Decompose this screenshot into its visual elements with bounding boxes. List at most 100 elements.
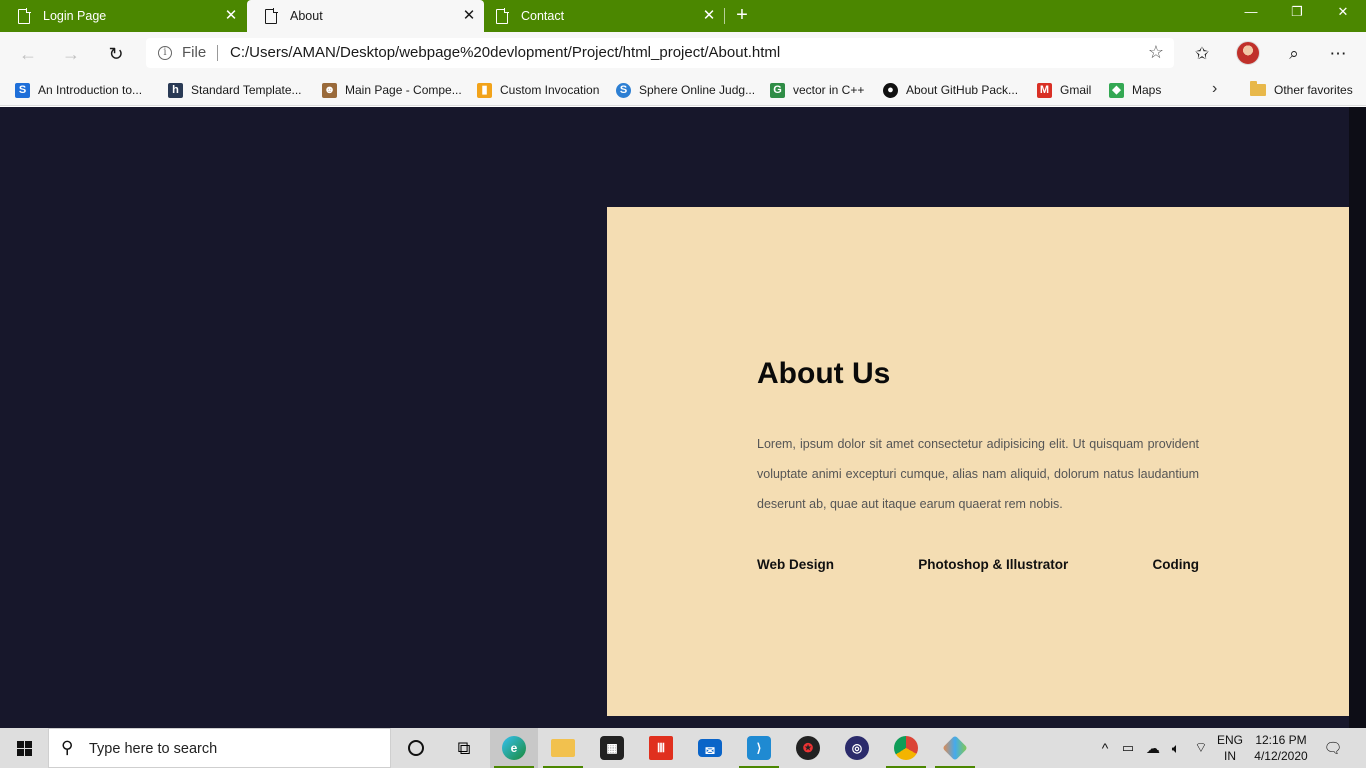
favorite-item[interactable]: M Gmail [1037,80,1091,100]
office-icon: Ⅲ [649,736,673,760]
clock-date: 4/12/2020 [1254,749,1308,763]
tab-title: Contact [521,9,565,23]
page-icon [18,8,31,24]
skills-list: Web Design Photoshop & Illustrator Codin… [757,557,1199,572]
favorite-item[interactable]: h Standard Template... [168,80,302,100]
gfg-icon: G [770,82,785,98]
mail-app[interactable]: ✉ [686,728,734,768]
taskbar: ⚲ Type here to search ⧉ e ▦ Ⅲ ✉ ⟩ ✪ ◎ ^ [0,728,1366,768]
vertical-scrollbar[interactable] [1349,107,1366,728]
favorite-item[interactable]: ● About GitHub Pack... [883,80,1018,100]
close-icon[interactable]: ✕ [462,8,476,23]
mail-icon: ✉ [698,739,722,758]
file-explorer-app[interactable] [539,728,587,768]
edge-taskbar-app[interactable]: e [490,728,538,768]
task-view-icon: ⧉ [457,737,471,758]
edge-icon: e [502,736,526,760]
address-bar[interactable]: i File C:/Users/AMAN/Desktop/webpage%20d… [146,38,1174,68]
restore-button[interactable]: ❐ [1274,0,1320,26]
new-tab-button[interactable]: + [731,5,753,27]
close-icon[interactable]: ✕ [224,8,238,23]
page-title: About Us [757,357,891,390]
favorite-star-icon[interactable]: ☆ [1148,42,1164,63]
skill-item: Photoshop & Illustrator [918,557,1069,572]
favorite-item[interactable]: G vector in C++ [770,80,864,100]
info-icon[interactable]: i [158,46,172,60]
chevron-right-icon[interactable]: › [1212,80,1217,98]
url-input[interactable]: C:/Users/AMAN/Desktop/webpage%20devlopme… [230,44,780,61]
minimize-button[interactable]: — [1228,0,1274,26]
favorite-label: Standard Template... [191,83,302,97]
start-button[interactable] [0,728,48,768]
show-hidden-icons[interactable]: ^ [1095,728,1115,768]
folder-icon [551,739,575,757]
battery-icon[interactable]: ▭ [1118,728,1138,768]
address-separator [217,45,218,61]
more-options-icon[interactable]: ⋯ [1325,41,1351,67]
taskbar-search[interactable]: ⚲ Type here to search [48,728,391,768]
favorite-label: Maps [1132,83,1162,97]
tab-login-page[interactable]: Login Page ✕ [0,0,246,32]
search-icon: ⚲ [61,738,74,757]
skill-item: Coding [1152,557,1199,572]
back-button[interactable]: ← [15,41,41,67]
tab-strip: Login Page ✕ About ✕ Contact ✕ + — ❐ ✕ [0,0,1366,32]
studio-app[interactable]: ◎ [833,728,881,768]
browser-toolbar: ← → ↻ i File C:/Users/AMAN/Desktop/webpa… [0,32,1366,75]
task-view-button[interactable]: ⧉ [440,728,488,768]
windows-icon [17,741,32,756]
forward-button[interactable]: → [58,41,84,67]
cortana-icon [408,740,424,756]
game-app[interactable]: ✪ [784,728,832,768]
office-app[interactable]: Ⅲ [637,728,685,768]
skill-item: Web Design [757,557,835,572]
maps-icon: ◆ [1109,82,1124,98]
language-indicator[interactable]: ENG IN [1214,732,1246,764]
vscode-app[interactable]: ⟩ [735,728,783,768]
volume-icon[interactable]: 🔈︎ [1166,728,1186,768]
onedrive-icon[interactable]: ☁ [1142,728,1164,768]
sphere-icon: S [616,82,631,98]
store-icon: ▦ [600,736,624,760]
page-icon [496,8,509,24]
vscode-icon: ⟩ [747,736,771,760]
tab-contact[interactable]: Contact ✕ [478,0,724,32]
paint-icon [942,735,968,761]
close-window-button[interactable]: ✕ [1320,0,1366,26]
h-icon: h [168,82,183,98]
favorite-item[interactable]: ◆ Maps [1109,80,1161,100]
other-favorites[interactable]: Other favorites [1250,80,1353,100]
studio-icon: ◎ [845,736,869,760]
folder-icon [1250,81,1266,96]
about-content: About Us Lorem, ipsum dolor sit amet con… [757,357,1199,572]
network-icon[interactable]: ⌔ [1191,728,1211,768]
about-paragraph: Lorem, ipsum dolor sit amet consectetur … [757,437,1199,511]
favorite-item[interactable]: ☻ Main Page - Compe... [322,80,462,100]
clock[interactable]: 12:16 PM 4/12/2020 [1250,732,1312,764]
about-card: About Us Lorem, ipsum dolor sit amet con… [607,207,1349,716]
cortana-button[interactable] [392,728,440,768]
refresh-button[interactable]: ↻ [103,41,129,67]
favorites-icon[interactable]: ✩ [1189,41,1215,67]
notifications-icon[interactable]: 🗨︎ [1322,728,1344,768]
paint-app[interactable] [931,728,979,768]
language-code: ENG [1216,733,1243,747]
favorite-item[interactable]: S An Introduction to... [15,80,142,100]
avatar[interactable] [1236,41,1260,65]
chrome-app[interactable] [882,728,930,768]
favorite-label: vector in C++ [793,83,865,97]
favorite-label: An Introduction to... [38,83,143,97]
store-app[interactable]: ▦ [588,728,636,768]
s-icon: S [15,82,30,98]
close-icon[interactable]: ✕ [702,8,716,23]
search-placeholder: Type here to search [89,741,218,757]
game-icon: ✪ [796,736,820,760]
monkey-icon: ☻ [322,82,337,98]
tab-about[interactable]: About ✕ [247,0,484,32]
tab-title: About [290,9,323,23]
favorite-item[interactable]: ▮ Custom Invocation [477,80,599,100]
page-icon [265,8,278,24]
feedback-icon[interactable]: ⌕ [1281,41,1307,67]
favorite-item[interactable]: S Sphere Online Judg... [616,80,755,100]
favorites-bar: S An Introduction to... h Standard Templ… [0,75,1366,106]
